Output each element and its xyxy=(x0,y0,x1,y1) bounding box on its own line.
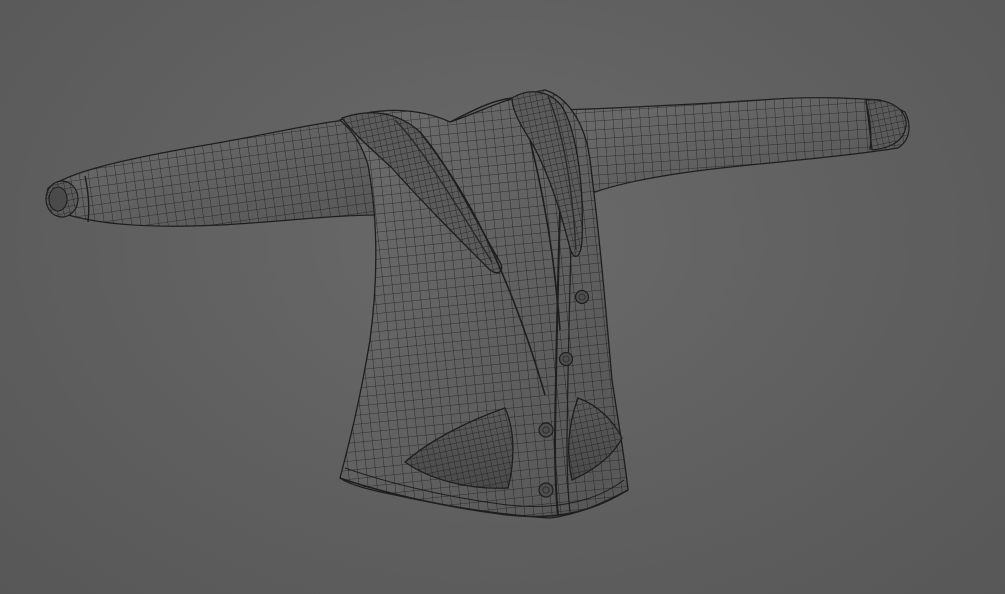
3d-viewport[interactable] xyxy=(0,0,1005,594)
jacket-wireframe xyxy=(45,89,910,519)
left-sleeve xyxy=(45,119,393,227)
button-1 xyxy=(574,289,590,305)
right-sleeve xyxy=(559,97,910,193)
button-2 xyxy=(558,351,574,367)
button-4 xyxy=(538,482,554,498)
button-3 xyxy=(538,422,554,438)
